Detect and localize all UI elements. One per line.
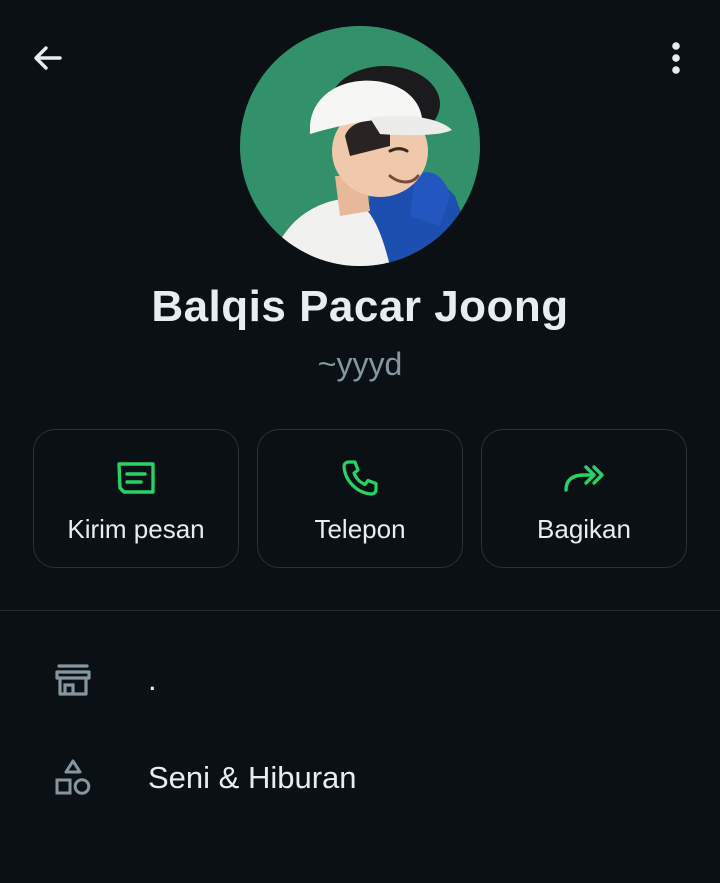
more-options-button[interactable] [652,32,700,84]
profile-handle: ~yyyd [317,346,403,382]
shapes-icon [55,759,91,795]
profile-name: Balqis Pacar Joong [151,282,569,331]
profile-avatar[interactable] [240,26,480,266]
business-category-text: Seni & Hiburan [148,760,357,795]
business-name-row[interactable]: . [0,632,720,728]
send-message-button[interactable]: Kirim pesan [33,429,239,568]
share-button[interactable]: Bagikan [481,429,687,568]
send-message-label: Kirim pesan [67,514,205,544]
share-forward-icon [564,465,604,492]
store-icon [55,664,91,696]
call-label: Telepon [314,514,406,544]
share-label: Bagikan [537,514,631,544]
business-category-row[interactable]: Seni & Hiburan [0,730,720,826]
call-button[interactable]: Telepon [257,429,463,568]
arrow-left-icon [34,46,62,70]
business-name-text: . [148,662,157,697]
avatar-photo [240,26,480,266]
back-button[interactable] [22,32,74,84]
section-divider [0,610,720,611]
profile-screen: Balqis Pacar Joong ~yyyd Kirim pesan Tel… [0,0,720,883]
message-icon [117,462,155,494]
phone-icon [342,460,378,496]
more-vertical-icon [672,42,680,74]
